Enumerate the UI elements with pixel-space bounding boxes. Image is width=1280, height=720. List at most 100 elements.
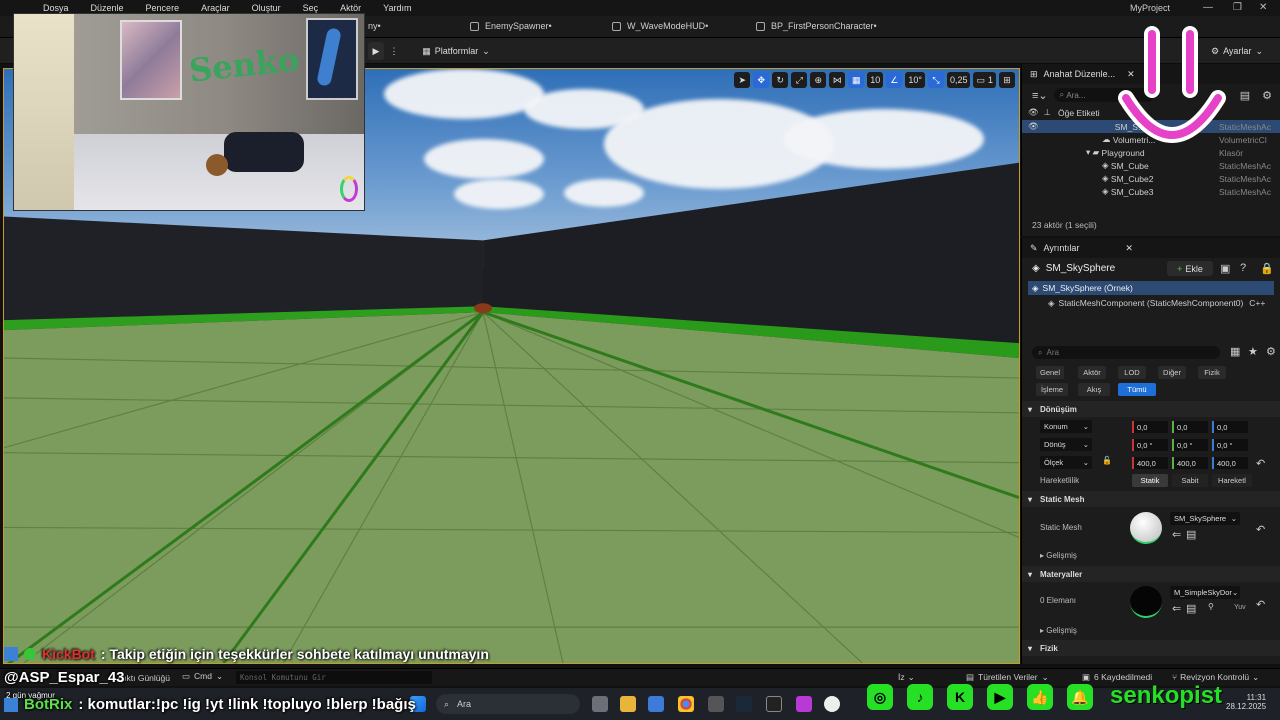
cpp-tag[interactable]: C++ — [1249, 298, 1265, 309]
pin-icon[interactable]: ⊥ — [1044, 107, 1051, 118]
use-selected-icon[interactable]: ⇐ — [1172, 528, 1181, 541]
outliner-row-cube3[interactable]: ◈ SM_Cube3 StaticMeshAc — [1022, 185, 1280, 198]
table-view-icon[interactable]: ▦ — [1230, 345, 1240, 358]
minimize-icon[interactable]: — — [1203, 2, 1213, 13]
store-icon[interactable] — [648, 696, 664, 712]
twitch-icon[interactable] — [796, 696, 812, 712]
world-space-button[interactable]: ⊕ — [810, 72, 827, 88]
category-lod[interactable]: LOD — [1118, 366, 1146, 379]
menu-edit[interactable]: Düzenle — [80, 3, 135, 13]
menu-file[interactable]: Dosya — [32, 3, 80, 13]
material-thumbnail[interactable] — [1130, 586, 1162, 618]
rotation-z[interactable]: 0,0 ° — [1212, 439, 1248, 451]
scale-dropdown[interactable]: Ölçek ⌄ — [1040, 456, 1092, 469]
component-row[interactable]: ◈ StaticMeshComponent (StaticMeshComponen… — [1048, 298, 1278, 309]
close-icon[interactable]: ✕ — [1259, 2, 1267, 13]
menu-tools[interactable]: Araçlar — [190, 3, 241, 13]
gear-icon[interactable]: ⚙ — [1266, 345, 1276, 358]
taskbar-search[interactable]: ⌕ Ara — [436, 694, 580, 714]
rotation-x[interactable]: 0,0 ° — [1132, 439, 1168, 451]
component-instance-row[interactable]: ◈ SM_SkySphere (Örnek) — [1028, 281, 1274, 295]
static-mesh-dropdown[interactable]: SM_SkySphere ⌄ — [1170, 512, 1240, 525]
rotation-dropdown[interactable]: Dönüş ⌄ — [1040, 438, 1092, 451]
visibility-icon[interactable]: ⚲ — [1208, 602, 1214, 611]
task-view-icon[interactable] — [592, 696, 608, 712]
category-general[interactable]: Genel — [1036, 366, 1064, 379]
lock-icon[interactable]: 🔒 — [1260, 262, 1274, 275]
visibility-icon[interactable]: 👁 — [1028, 107, 1039, 118]
reset-icon[interactable]: ↶ — [1256, 598, 1265, 611]
mobility-movable[interactable]: Hareketl — [1212, 474, 1252, 487]
menu-help[interactable]: Yardım — [372, 3, 422, 13]
play-button[interactable]: ▶ — [368, 42, 384, 60]
browse-icon[interactable]: ▤ — [1186, 602, 1196, 615]
menu-select[interactable]: Seç — [292, 3, 330, 13]
chrome-icon[interactable] — [678, 696, 694, 712]
platforms-button[interactable]: ▦ Platformlar ⌄ — [418, 42, 494, 60]
category-other[interactable]: Diğer — [1158, 366, 1186, 379]
epic-games-icon[interactable] — [766, 696, 782, 712]
rotation-y[interactable]: 0,0 ° — [1172, 439, 1208, 451]
menu-window[interactable]: Pencere — [135, 3, 191, 13]
menu-actor[interactable]: Aktör — [329, 3, 372, 13]
tab-enemy-spawner[interactable]: EnemySpawner• — [470, 21, 552, 31]
surface-snap-button[interactable]: ⋈ — [829, 72, 846, 88]
select-mode-button[interactable]: ➤ — [734, 72, 751, 88]
category-streaming[interactable]: Akış — [1078, 383, 1110, 396]
trace-dropdown[interactable]: İz ⌄ — [898, 672, 915, 683]
taskbar-clock[interactable]: 11:31 28.12.2025 — [1226, 693, 1266, 711]
mobility-static[interactable]: Statik — [1132, 474, 1168, 487]
derived-data-button[interactable]: ▤ Türetilen Veriler ⌄ — [966, 672, 1049, 683]
scale-snap-button[interactable]: ⤡ — [927, 72, 944, 88]
maximize-icon[interactable]: ❐ — [1233, 2, 1242, 13]
visibility-icon[interactable]: 👁 — [1028, 121, 1039, 132]
use-selected-icon[interactable]: ⇐ — [1172, 602, 1181, 615]
category-actor[interactable]: Aktör — [1078, 366, 1106, 379]
grid-snap-button[interactable]: ▦ — [848, 72, 865, 88]
close-icon[interactable]: ✕ — [1125, 243, 1133, 254]
filter-icon[interactable]: ≡⌄ — [1032, 89, 1048, 102]
category-all[interactable]: Tümü — [1118, 383, 1156, 396]
category-rendering[interactable]: İşleme — [1036, 383, 1068, 396]
blueprint-icon[interactable]: ▣ — [1220, 262, 1230, 275]
actor-name[interactable]: SM_SkySphere — [1046, 263, 1115, 274]
help-icon[interactable]: ? — [1240, 262, 1246, 274]
reset-icon[interactable]: ↶ — [1256, 523, 1265, 536]
tab-level[interactable]: ny• — [368, 21, 381, 31]
location-z[interactable]: 0,0 — [1212, 421, 1248, 433]
cmd-dropdown[interactable]: ▭ Cmd ⌄ — [182, 671, 223, 682]
angle-size[interactable]: 10° — [905, 72, 925, 88]
viewport-layout-button[interactable]: ⊞ — [999, 72, 1015, 88]
add-component-button[interactable]: + Ekle — [1167, 261, 1213, 276]
location-y[interactable]: 0,0 — [1172, 421, 1208, 433]
file-explorer-icon[interactable] — [620, 696, 636, 712]
scale-y[interactable]: 400,0 — [1172, 457, 1208, 469]
scale-z[interactable]: 400,0 — [1212, 457, 1248, 469]
tab-first-person[interactable]: BP_FirstPersonCharacter• — [756, 21, 877, 31]
physics-section[interactable]: ▾ Fizik — [1022, 640, 1280, 656]
scale-size[interactable]: 0,25 — [946, 72, 971, 88]
details-search-input[interactable]: ⌕ Ara — [1032, 346, 1220, 359]
console-input[interactable]: Konsol Komutunu Gir — [236, 671, 432, 684]
advanced-toggle-2[interactable]: ▸ Gelişmiş — [1040, 626, 1077, 635]
mobility-stationary[interactable]: Sabit — [1172, 474, 1208, 487]
lock-icon[interactable]: 🔓 — [1102, 456, 1112, 465]
discord-icon[interactable] — [708, 696, 724, 712]
transform-section[interactable]: ▾ Dönüşüm — [1022, 401, 1280, 417]
static-mesh-section[interactable]: ▾ Static Mesh — [1022, 491, 1280, 507]
reset-icon[interactable]: ↶ — [1256, 457, 1265, 470]
browse-icon[interactable]: ▤ — [1186, 528, 1196, 541]
steam-icon[interactable] — [736, 696, 752, 712]
play-options-button[interactable]: ⋮ — [388, 42, 400, 60]
material-dropdown[interactable]: M_SimpleSkyDor ⌄ — [1170, 586, 1240, 599]
star-icon[interactable]: ★ — [1248, 345, 1258, 358]
gear-icon[interactable]: ⚙ — [1262, 89, 1272, 102]
angle-snap-button[interactable]: ∠ — [886, 72, 903, 88]
outliner-row-cube2[interactable]: ◈ SM_Cube2 StaticMeshAc — [1022, 172, 1280, 185]
location-dropdown[interactable]: Konum ⌄ — [1040, 420, 1092, 433]
grid-size[interactable]: 10 — [867, 72, 884, 88]
unreal-engine-icon[interactable] — [824, 696, 840, 712]
location-x[interactable]: 0,0 — [1132, 421, 1168, 433]
camera-speed-button[interactable]: ▭ 1 — [973, 72, 996, 88]
tab-wave-hud[interactable]: W_WaveModeHUD• — [612, 21, 708, 31]
